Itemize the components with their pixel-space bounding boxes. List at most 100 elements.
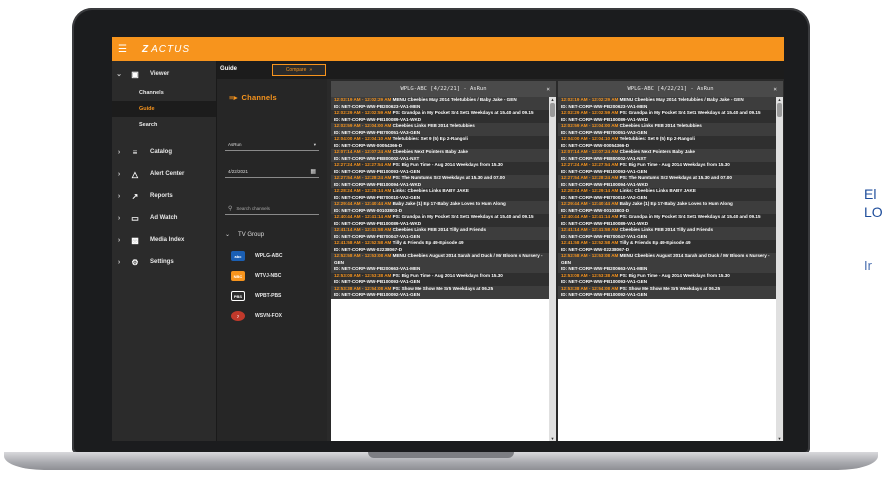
log-entry-time: 12:53:08 AM - 12:53:38 AM: [561, 272, 619, 278]
scroll-thumb[interactable]: [550, 103, 555, 117]
scroll-up-icon[interactable]: ▲: [776, 97, 783, 102]
log-entry[interactable]: 12:53:08 AM - 12:53:38 AM PS: Big Fun Ti…: [558, 272, 776, 286]
log-entry[interactable]: 12:02:59 AM - 12:04:00 AM Cbeebies Links…: [331, 123, 549, 136]
scroll-down-icon[interactable]: ▼: [776, 436, 783, 441]
app-screen: ☰ Z ACTUS ⌄ ▣ Viewer Channels Guide Searc…: [112, 37, 784, 441]
type-select[interactable]: AsRun ▾: [225, 139, 319, 151]
log-entry-title: Baby Jake (1) Ep 17-Baby Jake Loves to H…: [619, 201, 733, 206]
log-list: 12:02:19 AM - 12:02:29 AM MENU Cbeebies …: [331, 97, 549, 441]
log-entry-title: Cbeebies Next Pointers Baby Jake: [619, 149, 695, 154]
log-entry[interactable]: 12:28:24 AM - 12:29:14 AM Links: Cbeebie…: [558, 188, 776, 201]
channel-logo-icon: abc: [231, 251, 245, 261]
log-entry-time: 12:28:24 AM - 12:29:14 AM: [334, 188, 392, 193]
scroll-thumb[interactable]: [777, 103, 782, 117]
log-entry[interactable]: 12:40:44 AM - 12:41:14 AM PS: Grandpa in…: [558, 214, 776, 227]
log-entry-title: Tilly & Friends Ep 49-Episode 49: [619, 240, 691, 245]
log-entry-time: 12:53:08 AM - 12:53:38 AM: [334, 272, 392, 278]
sidebar-item-media-index[interactable]: › ▩ Media Index: [112, 229, 216, 251]
log-entry[interactable]: 12:27:54 AM - 12:28:24 AM PS: The Numtum…: [558, 175, 776, 188]
log-entry[interactable]: 12:28:24 AM - 12:29:14 AM Links: Cbeebie…: [331, 188, 549, 201]
sidebar-item-catalog[interactable]: › ≡ Catalog: [112, 141, 216, 163]
log-entry-title: PS: Big Fun Time - Aug 2014 Weekdays fro…: [619, 162, 730, 167]
channels-title: ≡▸ Channels: [229, 93, 277, 102]
log-entry[interactable]: 12:27:24 AM - 12:27:54 AM PS: Big Fun Ti…: [331, 162, 549, 175]
log-entry[interactable]: 12:27:54 AM - 12:28:24 AM PS: The Numtum…: [331, 175, 549, 188]
log-entry[interactable]: 12:02:19 AM - 12:02:29 AM MENU Cbeebies …: [331, 97, 549, 110]
close-icon[interactable]: ×: [773, 86, 777, 93]
channel-logo-icon: 7: [231, 311, 245, 321]
log-entry-time: 12:04:00 AM - 12:04:10 AM: [561, 136, 619, 141]
sidebar-subitem-guide[interactable]: Guide: [112, 101, 216, 117]
sidebar-item-settings[interactable]: › ⚙ Settings: [112, 251, 216, 273]
log-entry[interactable]: 12:04:00 AM - 12:04:10 AM Teletubbies: S…: [331, 136, 549, 149]
channel-item[interactable]: abc WPLG-ABC: [231, 249, 321, 263]
channel-item[interactable]: 7 WSVN-FOX: [231, 309, 321, 323]
log-entry[interactable]: 12:07:14 AM - 12:07:24 AM Cbeebies Next …: [331, 149, 549, 162]
scroll-up-icon[interactable]: ▲: [549, 97, 556, 102]
log-entry-title: Teletubbies: Set 9 (5) Ep 2-Rangoli: [619, 136, 695, 141]
log-entry[interactable]: 12:52:58 AM - 12:53:08 AM MENU Cbeebies …: [331, 253, 549, 273]
log-entry[interactable]: 12:04:00 AM - 12:04:10 AM Teletubbies: S…: [558, 136, 776, 149]
sidebar-subitem-channels[interactable]: Channels: [112, 85, 216, 101]
sidebar-item-ad-watch[interactable]: › ▭ Ad Watch: [112, 207, 216, 229]
log-entry-time: 12:52:58 AM - 12:53:08 AM: [334, 253, 392, 258]
log-entry[interactable]: 12:41:58 AM - 12:52:58 AM Tilly & Friend…: [331, 240, 549, 253]
close-icon[interactable]: ×: [546, 86, 550, 93]
calendar-icon[interactable]: ▦: [310, 168, 316, 175]
date-picker[interactable]: 4/22/2021 ▦: [225, 166, 319, 178]
log-entry[interactable]: 12:07:14 AM - 12:07:24 AM Cbeebies Next …: [558, 149, 776, 162]
log-entry[interactable]: 12:27:24 AM - 12:27:54 AM PS: Big Fun Ti…: [558, 162, 776, 175]
log-entry-id: ID: NET-CORP-WW-PB100092-VA1-GEN: [334, 292, 421, 297]
tab-guide[interactable]: Guide: [220, 66, 237, 72]
compare-button[interactable]: Compare »: [272, 64, 326, 76]
edge-text-line2: LO: [864, 204, 882, 220]
log-entry-time: 12:41:58 AM - 12:52:58 AM: [334, 240, 392, 245]
scroll-down-icon[interactable]: ▼: [549, 436, 556, 441]
app-logo[interactable]: Z ACTUS: [142, 44, 190, 55]
sidebar-item-viewer[interactable]: ⌄ ▣ Viewer: [112, 63, 216, 85]
log-entry[interactable]: 12:52:58 AM - 12:53:08 AM MENU Cbeebies …: [558, 253, 776, 273]
list-icon: ≡: [132, 147, 138, 157]
log-entry[interactable]: 12:41:14 AM - 12:41:58 AM Cbeebies Links…: [558, 227, 776, 240]
log-entry[interactable]: 12:53:08 AM - 12:53:38 AM PS: Big Fun Ti…: [331, 272, 549, 286]
log-entry-title: PS: Show Me Show Me Sr5 Weekdays at 06.2…: [619, 285, 721, 291]
chevron-right-icon: ›: [117, 214, 121, 222]
sidebar-subitem-search[interactable]: Search: [112, 117, 216, 133]
log-entry-title: Cbeebies Links FEB 2014 Teletubbies: [619, 123, 702, 128]
log-entry-title: PS: Grandpa in My Pocket Sr4 Set1 Weekda…: [392, 214, 534, 219]
log-entry-time: 12:04:00 AM - 12:04:10 AM: [334, 136, 392, 141]
log-entry-time: 12:27:24 AM - 12:27:54 AM: [561, 162, 619, 167]
channels-list-icon: ≡▸: [229, 93, 238, 102]
log-entry-time: 12:29:44 AM - 12:40:44 AM: [561, 201, 619, 206]
log-entry[interactable]: 12:41:58 AM - 12:52:58 AM Tilly & Friend…: [558, 240, 776, 253]
log-entry[interactable]: 12:40:44 AM - 12:41:14 AM PS: Grandpa in…: [331, 214, 549, 227]
log-entry[interactable]: 12:53:38 AM - 12:54:08 AM PS: Show Me Sh…: [331, 285, 549, 299]
log-entry-title: Cbeebies Links FEB 2014 Tilly and Friend…: [619, 227, 713, 232]
chevron-down-icon: ⌄: [225, 232, 231, 238]
log-entry-title: PS: Show Me Show Me Sr5 Weekdays at 06.2…: [392, 285, 494, 291]
log-entry[interactable]: 12:41:14 AM - 12:41:58 AM Cbeebies Links…: [331, 227, 549, 240]
log-entry[interactable]: 12:02:29 AM - 12:02:59 AM PS: Grandpa in…: [558, 110, 776, 123]
hamburger-menu-icon[interactable]: ☰: [118, 44, 132, 55]
log-entry[interactable]: 12:29:44 AM - 12:40:44 AM Baby Jake (1) …: [331, 201, 549, 214]
chevron-right-icon: ›: [117, 258, 121, 266]
sidebar-item-reports[interactable]: › ↗ Reports: [112, 185, 216, 207]
log-entry-time: 12:02:59 AM - 12:04:00 AM: [334, 123, 392, 128]
log-entry[interactable]: 12:53:38 AM - 12:54:08 AM PS: Show Me Sh…: [558, 285, 776, 299]
log-entry-title: Links: Cbeebies Links BABY JAKE: [392, 188, 469, 193]
channel-search-input[interactable]: ⚲ Search channels: [225, 203, 319, 215]
log-entry[interactable]: 12:02:29 AM - 12:02:59 AM PS: Grandpa in…: [331, 110, 549, 123]
channel-item[interactable]: NBC WTVJ-NBC: [231, 269, 321, 283]
sidebar-item-alert-center[interactable]: › △ Alert Center: [112, 163, 216, 185]
log-entry-title: Tilly & Friends Ep 49-Episode 49: [392, 240, 464, 245]
log-entry[interactable]: 12:02:19 AM - 12:02:29 AM MENU Cbeebies …: [558, 97, 776, 110]
log-entry[interactable]: 12:29:44 AM - 12:40:44 AM Baby Jake (1) …: [558, 201, 776, 214]
log-panel-left: WPLG-ABC [4/22/21] - AsRun × 12:02:19 AM…: [331, 81, 556, 441]
scrollbar[interactable]: ▲ ▼: [549, 97, 556, 441]
channel-item[interactable]: PBS WPBT-PBS: [231, 289, 321, 303]
log-entry[interactable]: 12:02:59 AM - 12:04:00 AM Cbeebies Links…: [558, 123, 776, 136]
log-panel-header: WPLG-ABC [4/22/21] - AsRun ×: [331, 81, 556, 97]
tv-group-toggle[interactable]: ⌄ TV Group: [225, 231, 264, 239]
gear-icon: ⚙: [131, 257, 139, 267]
scrollbar[interactable]: ▲ ▼: [776, 97, 783, 441]
